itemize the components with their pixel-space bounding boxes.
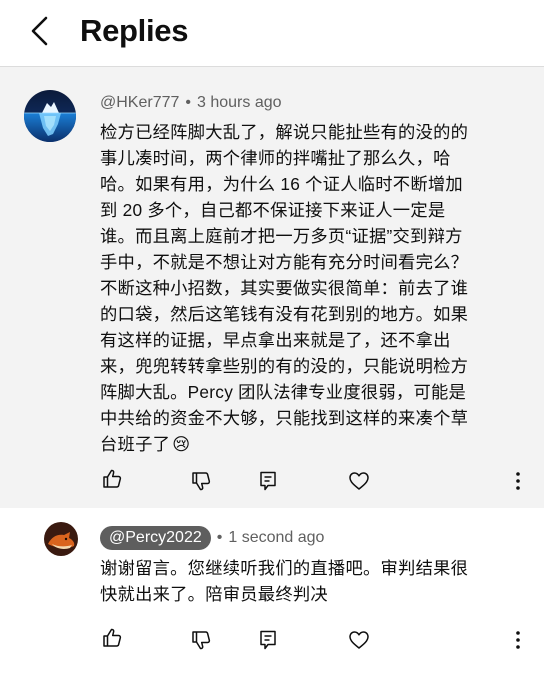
iceberg-avatar-icon (24, 90, 76, 142)
back-button[interactable] (24, 14, 58, 48)
reply-button[interactable] (256, 469, 280, 493)
dislike-icon (192, 472, 211, 491)
header-bar: Replies (0, 0, 544, 67)
reply-more-options-button[interactable] (506, 628, 530, 652)
comment-line: 不断这种小招数，其实要做实很简单：前去了谁 (100, 278, 469, 298)
meta-separator: • (216, 529, 223, 546)
reply-like-button[interactable] (100, 626, 124, 650)
comment-line: 来，兜兜转转拿些别的有的没的，只能说明检方 (100, 356, 469, 376)
more-vert-icon (516, 472, 520, 490)
reply-icon (260, 630, 276, 650)
reply-comment: @Percy2022 • 1 second ago 谢谢留言。您继续听我们的直播吧。… (0, 508, 544, 680)
comment-body: 检方已经阵脚大乱了，解说只能扯些有的没的的 事儿凑时间，两个律师的拌嘴扯了那么久… (100, 119, 468, 457)
reply-body: 谢谢留言。您继续听我们的直播吧。审判结果很 快就出来了。陪审员最终判决 (100, 555, 468, 607)
meta-separator: • (185, 94, 191, 111)
like-icon (103, 469, 122, 488)
page-title: Replies (80, 13, 189, 48)
reply-avatar[interactable] (44, 522, 78, 556)
comment-line: 谁。而且离上庭前才把一万多页“证据”交到辩方 (100, 226, 463, 246)
reply-reply-button[interactable] (256, 628, 280, 652)
more-vert-icon (516, 631, 520, 649)
reply-time: 1 second ago (228, 529, 325, 546)
reply-author-chip[interactable]: @Percy2022 (100, 526, 211, 550)
comment-line: 有这样的证据，早点拿出来就是了，还不拿出 (100, 330, 451, 350)
reply-dislike-button[interactable] (189, 628, 213, 652)
comment-line: 手中，不就是不想让对方能有充分时间看完么？ (100, 252, 469, 272)
more-options-button[interactable] (506, 469, 530, 493)
reply-icon (260, 471, 276, 491)
comment-line: 的口袋，然后这笔钱有没有花到别的地方。如果 (100, 304, 469, 324)
comment-line: 中共给的资金不大够，只能找到这样的来凑个草 (100, 408, 469, 428)
comment-meta: @HKer777 • 3 hours ago (100, 92, 282, 114)
like-icon (103, 628, 122, 647)
dislike-button[interactable] (189, 469, 213, 493)
heart-icon (349, 631, 369, 649)
reply-line: 快就出来了。陪审员最终判决 (100, 584, 328, 604)
comment-line: 台班子了 😢 (100, 431, 468, 457)
dislike-icon (192, 631, 211, 650)
comment-line-text: 台班子了 (100, 434, 171, 454)
comment-line: 哈。如果有用，为什么 16 个证人临时不断增加 (100, 174, 463, 194)
heart-button[interactable] (347, 469, 371, 493)
fox-avatar-icon (44, 522, 78, 556)
crying-face-emoji: 😢 (172, 434, 191, 454)
reply-line: 谢谢留言。您继续听我们的直播吧。审判结果很 (100, 558, 469, 578)
reply-heart-button[interactable] (347, 628, 371, 652)
comment-line: 到 20 多个，自己都不保证接下来证人一定是 (100, 200, 446, 220)
heart-icon (349, 472, 369, 490)
commenter-avatar[interactable] (24, 90, 76, 142)
comment-line: 事儿凑时间，两个律师的拌嘴扯了那么久，哈 (100, 148, 451, 168)
comment-line: 阵脚大乱。Percy 团队法律专业度很弱，可能是 (100, 382, 467, 402)
comment-line: 检方已经阵脚大乱了，解说只能扯些有的没的的 (100, 122, 469, 142)
chevron-left-icon (31, 16, 48, 46)
comment-time: 3 hours ago (197, 94, 282, 111)
like-button[interactable] (100, 467, 124, 491)
reply-meta: @Percy2022 • 1 second ago (100, 526, 324, 550)
comment-author[interactable]: @HKer777 (100, 94, 179, 111)
parent-comment: @HKer777 • 3 hours ago 检方已经阵脚大乱了，解说只能扯些有的没… (0, 67, 544, 508)
